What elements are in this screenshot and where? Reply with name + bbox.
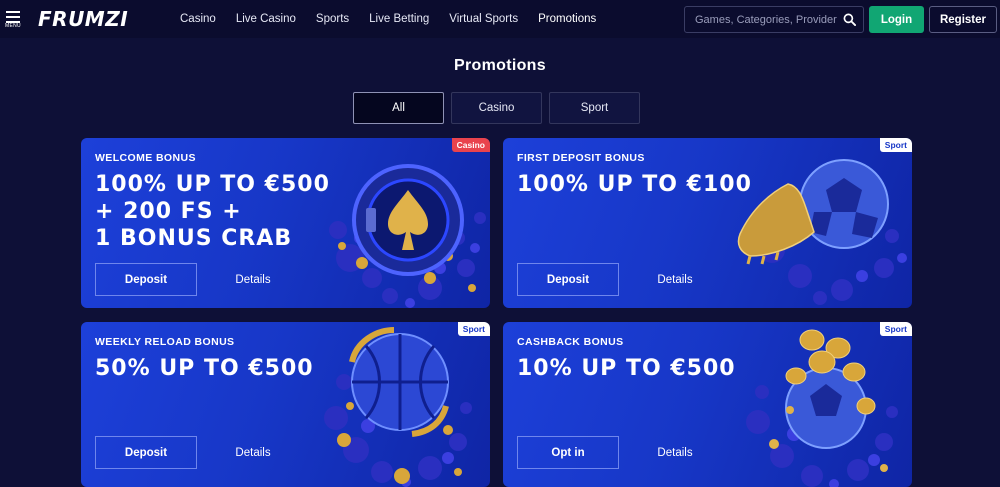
logo[interactable]: FRUMZI — [38, 7, 128, 31]
promo-card-cashback: Sport CASHBACK BONUS 10% UP TO €500 Opt … — [503, 322, 912, 487]
register-button[interactable]: Register — [929, 6, 997, 33]
nav-item-live-betting[interactable]: Live Betting — [369, 13, 429, 25]
login-button[interactable]: Login — [869, 6, 924, 33]
details-button[interactable]: Details — [631, 436, 719, 469]
basketball-icon — [324, 327, 472, 487]
deposit-button[interactable]: Deposit — [517, 263, 619, 296]
promo-card-welcome: Casino WELCOME BONUS 100% UP TO €500 + 2… — [81, 138, 490, 308]
filter-tab-all[interactable]: All — [353, 92, 444, 124]
hamburger-icon-line — [6, 16, 20, 18]
nav-item-casino[interactable]: Casino — [180, 13, 216, 25]
filter-tab-casino[interactable]: Casino — [451, 92, 542, 124]
search-box — [684, 6, 864, 33]
promo-kicker: FIRST DEPOSIT BONUS — [517, 152, 645, 164]
details-button[interactable]: Details — [209, 263, 297, 296]
nav-item-sports[interactable]: Sports — [316, 13, 349, 25]
promo-headline: 100% UP TO €500 + 200 FS + 1 BONUS CRAB — [95, 172, 330, 251]
nav-item-live-casino[interactable]: Live Casino — [236, 13, 296, 25]
promo-kicker: WEEKLY RELOAD BONUS — [95, 336, 235, 348]
search-icon[interactable] — [843, 13, 856, 26]
filter-tab-sport[interactable]: Sport — [549, 92, 640, 124]
category-tag: Sport — [879, 322, 912, 336]
coins-ball-icon — [746, 329, 898, 487]
promo-kicker: CASHBACK BONUS — [517, 336, 624, 348]
opt-in-button[interactable]: Opt in — [517, 436, 619, 469]
main-nav: Casino Live Casino Sports Live Betting V… — [180, 0, 616, 38]
category-tag: Sport — [879, 138, 912, 152]
menu-label: MENU — [5, 23, 21, 29]
promo-card-weekly-reload: Sport WEEKLY RELOAD BONUS 50% UP TO €500… — [81, 322, 490, 487]
soccer-boot-icon — [737, 159, 907, 305]
promotion-filters: All Casino Sport — [353, 92, 647, 124]
promo-headline: 100% UP TO €100 — [517, 172, 752, 197]
hamburger-icon — [6, 11, 20, 13]
deposit-button[interactable]: Deposit — [95, 263, 197, 296]
top-bar: MENU FRUMZI Casino Live Casino Sports Li… — [0, 0, 1000, 38]
promo-card-first-deposit: Sport FIRST DEPOSIT BONUS 100% UP TO €10… — [503, 138, 912, 308]
category-tag: Sport — [457, 322, 490, 336]
nav-item-promotions[interactable]: Promotions — [538, 13, 596, 25]
details-button[interactable]: Details — [209, 436, 297, 469]
promo-headline: 50% UP TO €500 — [95, 356, 314, 381]
menu-button[interactable]: MENU — [5, 11, 22, 31]
nav-item-virtual-sports[interactable]: Virtual Sports — [449, 13, 518, 25]
details-button[interactable]: Details — [631, 263, 719, 296]
category-tag: Casino — [451, 138, 490, 152]
page-title: Promotions — [454, 57, 546, 74]
promo-headline: 10% UP TO €500 — [517, 356, 736, 381]
deposit-button[interactable]: Deposit — [95, 436, 197, 469]
promo-kicker: WELCOME BONUS — [95, 152, 196, 164]
search-input[interactable] — [685, 7, 837, 32]
